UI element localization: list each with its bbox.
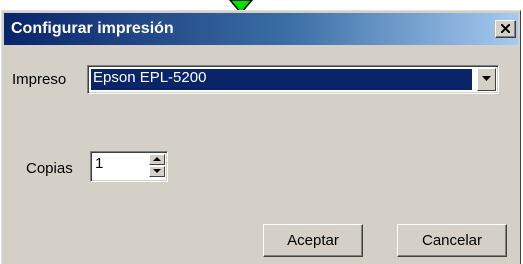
window-title: Configurar impresión: [11, 20, 174, 37]
spin-up-icon: [153, 157, 161, 161]
close-button[interactable]: [495, 20, 516, 38]
copies-label: Copias: [26, 160, 73, 177]
print-setup-dialog: Configurar impresión Impreso Epson EPL-5…: [1, 10, 521, 264]
printer-selected-value: Epson EPL-5200: [91, 69, 472, 90]
spin-up-button[interactable]: [149, 154, 165, 165]
spin-down-icon: [153, 169, 161, 173]
close-icon: [501, 24, 510, 33]
spinner-buttons: [149, 154, 165, 179]
chevron-down-icon: [482, 76, 491, 81]
spin-down-button[interactable]: [149, 166, 165, 177]
printer-select[interactable]: Epson EPL-5200: [87, 65, 499, 94]
printer-label: Impreso: [12, 71, 67, 88]
cancel-button[interactable]: Cancelar: [397, 224, 507, 257]
accept-button[interactable]: Aceptar: [263, 224, 363, 257]
printer-dropdown-button[interactable]: [477, 68, 496, 91]
copies-value: 1: [95, 155, 104, 172]
copies-spinner[interactable]: 1: [90, 151, 168, 182]
title-bar: Configurar impresión: [4, 13, 518, 45]
